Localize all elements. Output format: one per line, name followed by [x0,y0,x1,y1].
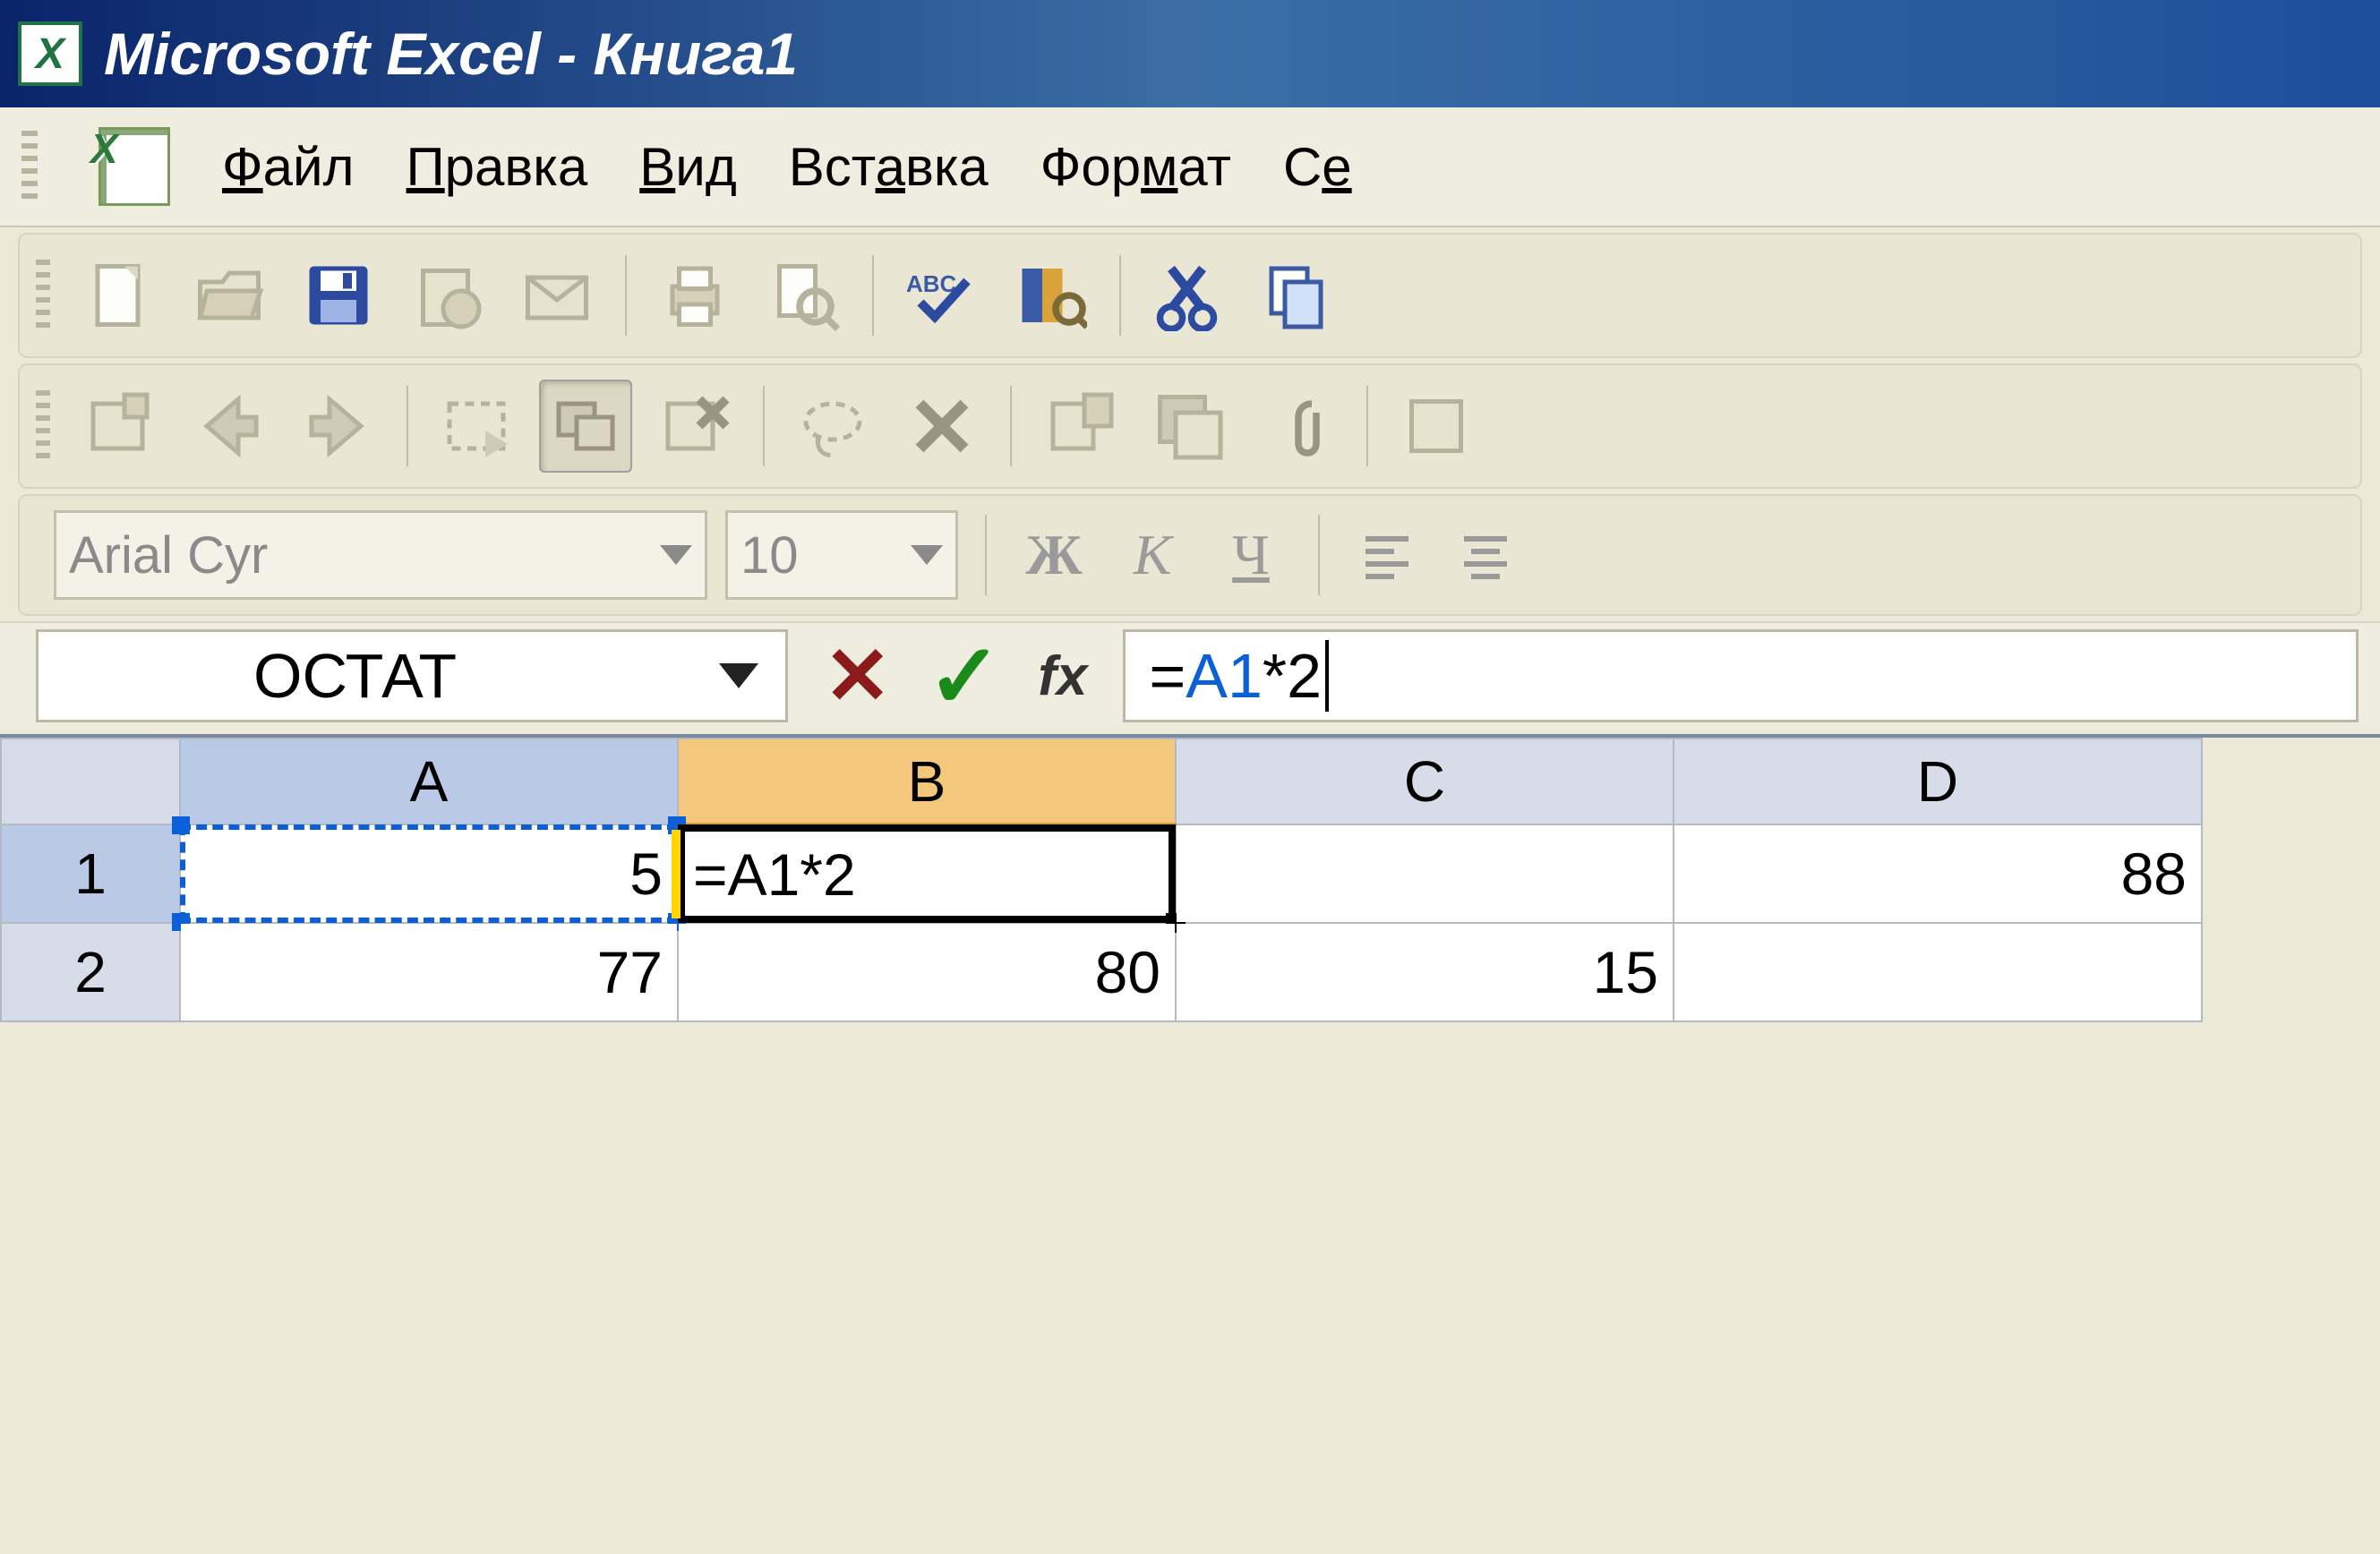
name-box[interactable]: ОСТАТ [36,629,788,722]
enter-formula-icon[interactable]: ✓ [927,624,1002,729]
align-left-icon[interactable] [1347,515,1427,595]
row-header-2[interactable]: 2 [1,923,180,1021]
save-icon[interactable] [292,249,385,342]
arrow-left-icon[interactable] [183,380,276,473]
formatting-toolbar: Arial Cyr 10 Ж К Ч [18,494,2362,616]
toolbar-separator [1366,386,1368,466]
insert-function-icon[interactable]: fx [1038,645,1087,708]
font-size-dropdown[interactable]: 10 [725,510,958,600]
permission-icon[interactable] [401,249,494,342]
column-header-C[interactable]: C [1176,739,1674,824]
cut-icon[interactable] [1143,249,1236,342]
cell-A1[interactable]: 5 [180,824,678,923]
copy-range-icon[interactable] [539,380,632,473]
copy-sheet-icon[interactable] [1033,380,1126,473]
research-icon[interactable] [1005,249,1098,342]
toolbar-separator [872,255,874,336]
font-name-value: Arial Cyr [69,525,268,585]
toolbar-separator [763,386,765,466]
marquee-handle[interactable] [172,816,190,834]
workbook-icon[interactable] [98,127,170,206]
new-file-icon[interactable] [73,249,167,342]
menu-format[interactable]: Формат [1040,136,1231,198]
insert-sheet-icon[interactable] [73,380,167,473]
column-header-B[interactable]: B [678,739,1176,824]
open-file-icon[interactable] [183,249,276,342]
cell-D1[interactable]: 88 [1674,824,2202,923]
cell-C1[interactable] [1176,824,1674,923]
select-all-corner[interactable] [1,739,180,824]
toolbar-grip[interactable] [36,390,50,462]
toolbar-separator [407,386,408,466]
cell-B1[interactable]: =A1*2 [678,824,1176,923]
row-header-1[interactable]: 1 [1,824,180,923]
cancel-formula-icon[interactable]: ✕ [824,629,891,723]
align-center-icon[interactable] [1445,515,1526,595]
toolbar-separator [985,515,987,595]
menu-file[interactable]: Файл [222,136,355,198]
menu-view[interactable]: Вид [639,136,737,198]
font-size-value: 10 [741,525,799,585]
arrow-right-icon[interactable] [292,380,385,473]
underline-button[interactable]: Ч [1211,515,1291,595]
standard-toolbar: ABC [18,233,2362,358]
cell-value: =A1*2 [693,841,856,908]
formula-text-eq: = [1149,640,1186,712]
menu-edit[interactable]: Правка [407,136,588,198]
email-icon[interactable] [510,249,604,342]
print-preview-icon[interactable] [758,249,851,342]
text-cursor [1325,640,1329,712]
toolbar-separator [1010,386,1012,466]
cell-value: 5 [629,841,663,907]
dashed-region-icon[interactable] [430,380,523,473]
italic-button[interactable]: К [1112,515,1193,595]
lasso-icon[interactable] [786,380,879,473]
attach-icon[interactable] [1252,380,1345,473]
print-icon[interactable] [648,249,741,342]
delete-icon[interactable] [895,380,989,473]
toolbar-separator [1318,515,1320,595]
font-name-dropdown[interactable]: Arial Cyr [54,510,707,600]
cell-A2[interactable]: 77 [180,923,678,1021]
toolbar-grip[interactable] [36,260,50,331]
toolbar-separator [625,255,627,336]
menu-tools[interactable]: Се [1283,136,1352,198]
toolbar-separator [1119,255,1121,336]
grid-table: A B C D 1 5 =A1*2 88 2 77 80 15 [0,738,2203,1022]
spellcheck-icon[interactable]: ABC [895,249,989,342]
window-title: Microsoft Excel - Книга1 [104,20,798,88]
bold-button[interactable]: Ж [1014,515,1094,595]
excel-app-icon [18,21,82,86]
worksheet-grid: A B C D 1 5 =A1*2 88 2 77 80 15 [0,734,2380,1022]
dropdown-caret-icon [911,545,943,565]
secondary-toolbar [18,363,2362,489]
column-header-D[interactable]: D [1674,739,2202,824]
toolbar-grip[interactable] [21,131,38,202]
generic-icon[interactable] [1390,380,1483,473]
cell-C2[interactable]: 15 [1176,923,1674,1021]
svg-text:ABC: ABC [906,270,957,297]
formula-bar: ОСТАТ ✕ ✓ fx =A1*2 [0,621,2380,729]
formula-input[interactable]: =A1*2 [1123,629,2359,722]
titlebar: Microsoft Excel - Книга1 [0,0,2380,107]
copy-icon[interactable] [1252,249,1345,342]
cell-D2[interactable] [1674,923,2202,1021]
formula-text-tail: *2 [1263,640,1322,712]
menu-bar: Файл Правка Вид Вставка Формат Се [0,107,2380,227]
delete-sheet-icon[interactable] [648,380,741,473]
menu-insert[interactable]: Вставка [789,136,989,198]
dropdown-caret-icon [660,545,692,565]
column-header-A[interactable]: A [180,739,678,824]
cell-B2[interactable]: 80 [678,923,1176,1021]
dropdown-caret-icon [719,663,758,688]
formula-text-ref: A1 [1186,640,1263,712]
name-box-value: ОСТАТ [253,640,457,712]
save-version-icon[interactable] [1143,380,1236,473]
